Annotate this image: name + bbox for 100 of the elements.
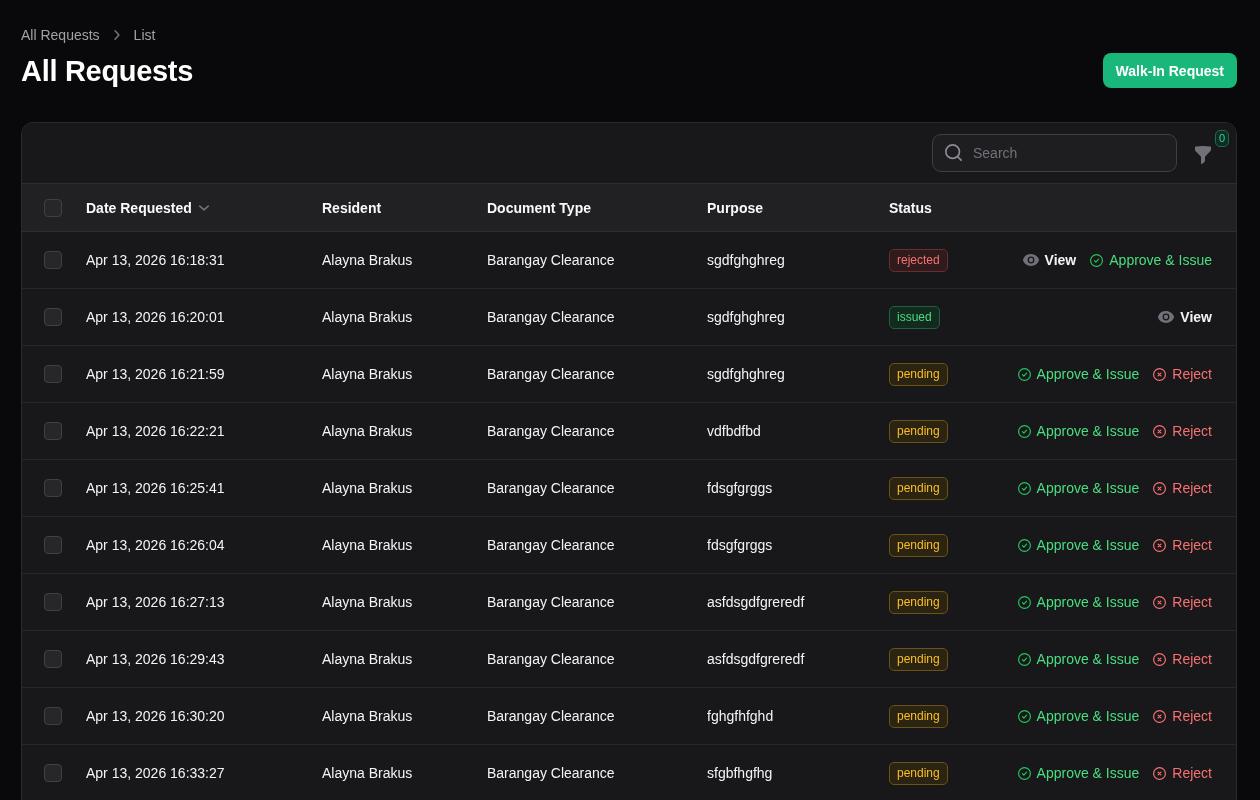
date-cell-text: Apr 13, 2026 16:25:41	[86, 480, 226, 496]
check-circle-icon	[1017, 367, 1031, 381]
checkbox[interactable]	[44, 707, 62, 725]
checkbox[interactable]	[44, 308, 62, 326]
x-circle-icon	[1153, 538, 1167, 552]
status-badge: pending	[889, 704, 948, 728]
checkbox[interactable]	[44, 365, 62, 383]
reject-button[interactable]: Reject	[1153, 708, 1212, 724]
search-icon	[945, 144, 962, 161]
check-circle-icon	[1017, 766, 1031, 780]
filter-button[interactable]	[1195, 145, 1211, 164]
filter-count-badge: 0	[1214, 129, 1229, 147]
approve-button[interactable]: Approve & Issue	[1017, 651, 1140, 667]
document-type-cell-text: Barangay Clearance	[487, 708, 616, 724]
resident-cell-text: Alayna Brakus	[322, 423, 414, 439]
approve-button[interactable]: Approve & Issue	[1090, 252, 1212, 268]
date-cell-text: Apr 13, 2026 16:26:04	[86, 537, 226, 553]
resident-cell-text: Alayna Brakus	[322, 252, 414, 268]
breadcrumb-link[interactable]: All Requests	[21, 27, 100, 43]
status-badge: pending	[889, 362, 948, 386]
checkbox[interactable]	[44, 422, 62, 440]
approve-button[interactable]: Approve & Issue	[1017, 423, 1140, 439]
view-button[interactable]: View	[1022, 252, 1077, 268]
checkbox[interactable]	[44, 764, 62, 782]
x-circle-icon	[1153, 367, 1167, 381]
check-circle-icon	[1017, 709, 1031, 723]
document-type-cell-text: Barangay Clearance	[487, 594, 616, 610]
document-type-cell-text: Barangay Clearance	[487, 651, 616, 667]
status-badge: pending	[889, 761, 948, 785]
eye-icon	[1158, 311, 1175, 323]
purpose-cell-text: fdsgfgrggs	[707, 537, 774, 553]
purpose-cell-text: fdsgfgrggs	[707, 480, 774, 496]
purpose-cell-text: fghgfhfghd	[707, 708, 775, 724]
document-type-cell-text: Barangay Clearance	[487, 480, 616, 496]
date-cell-text: Apr 13, 2026 16:22:21	[86, 423, 226, 439]
status-badge: rejected	[889, 248, 948, 272]
reject-button[interactable]: Reject	[1153, 594, 1212, 610]
reject-button[interactable]: Reject	[1153, 366, 1212, 382]
approve-button[interactable]: Approve & Issue	[1017, 366, 1140, 382]
date-cell-text: Apr 13, 2026 16:29:43	[86, 651, 226, 667]
reject-button[interactable]: Reject	[1153, 423, 1212, 439]
checkbox[interactable]	[44, 593, 62, 611]
purpose-cell-text: asfdsgdfgreredf	[707, 651, 806, 667]
approve-button[interactable]: Approve & Issue	[1017, 537, 1140, 553]
status-badge: pending	[889, 590, 948, 614]
resident-cell-text: Alayna Brakus	[322, 537, 414, 553]
x-circle-icon	[1153, 595, 1167, 609]
filter-icon	[1195, 145, 1211, 164]
date-cell-text: Apr 13, 2026 16:27:13	[86, 594, 226, 610]
resident-cell-text: Alayna Brakus	[322, 651, 414, 667]
check-circle-icon	[1017, 538, 1031, 552]
check-circle-icon	[1017, 481, 1031, 495]
approve-button[interactable]: Approve & Issue	[1017, 594, 1140, 610]
resident-cell-text: Alayna Brakus	[322, 708, 414, 724]
breadcrumb-current: List	[133, 27, 156, 43]
resident-cell-text: Alayna Brakus	[322, 366, 414, 382]
page-title: All Requests	[21, 55, 194, 88]
reject-button[interactable]: Reject	[1153, 537, 1212, 553]
x-circle-icon	[1153, 766, 1167, 780]
checkbox[interactable]	[44, 198, 62, 217]
column-header: Purpose	[707, 199, 763, 216]
checkbox[interactable]	[44, 479, 62, 497]
document-type-cell-text: Barangay Clearance	[487, 423, 616, 439]
purpose-cell-text: sgdfghghreg	[707, 252, 786, 268]
x-circle-icon	[1153, 424, 1167, 438]
approve-button[interactable]: Approve & Issue	[1017, 765, 1140, 781]
date-cell-text: Apr 13, 2026 16:21:59	[86, 366, 226, 382]
status-badge: pending	[889, 476, 948, 500]
checkbox[interactable]	[44, 536, 62, 554]
x-circle-icon	[1153, 709, 1167, 723]
purpose-cell-text: vdfbdfbd	[707, 423, 762, 439]
search-field[interactable]: Search	[932, 134, 1177, 172]
x-circle-icon	[1153, 652, 1167, 666]
status-badge: issued	[889, 305, 940, 329]
date-cell-text: Apr 13, 2026 16:33:27	[86, 765, 226, 781]
view-button[interactable]: View	[1158, 309, 1212, 325]
date-cell-text: Apr 13, 2026 16:30:20	[86, 708, 226, 724]
approve-button[interactable]: Approve & Issue	[1017, 480, 1140, 496]
checkbox[interactable]	[44, 650, 62, 668]
date-cell-text: Apr 13, 2026 16:20:01	[86, 309, 226, 325]
purpose-cell-text: sgdfghghreg	[707, 309, 786, 325]
reject-button[interactable]: Reject	[1153, 480, 1212, 496]
resident-cell-text: Alayna Brakus	[322, 765, 414, 781]
approve-button[interactable]: Approve & Issue	[1017, 708, 1140, 724]
reject-button[interactable]: Reject	[1153, 765, 1212, 781]
resident-cell-text: Alayna Brakus	[322, 594, 414, 610]
check-circle-icon	[1017, 595, 1031, 609]
document-type-cell-text: Barangay Clearance	[487, 366, 616, 382]
eye-icon	[1022, 254, 1039, 266]
column-header: Status	[889, 199, 932, 216]
checkbox[interactable]	[44, 251, 62, 269]
purpose-cell-text: sgdfghghreg	[707, 366, 786, 382]
column-header[interactable]: Date Requested	[86, 199, 192, 216]
status-badge: pending	[889, 419, 948, 443]
column-header: Document Type	[487, 199, 591, 216]
check-circle-icon	[1090, 253, 1104, 267]
reject-button[interactable]: Reject	[1153, 651, 1212, 667]
resident-cell-text: Alayna Brakus	[322, 309, 414, 325]
column-header: Resident	[322, 199, 382, 216]
x-circle-icon	[1153, 481, 1167, 495]
